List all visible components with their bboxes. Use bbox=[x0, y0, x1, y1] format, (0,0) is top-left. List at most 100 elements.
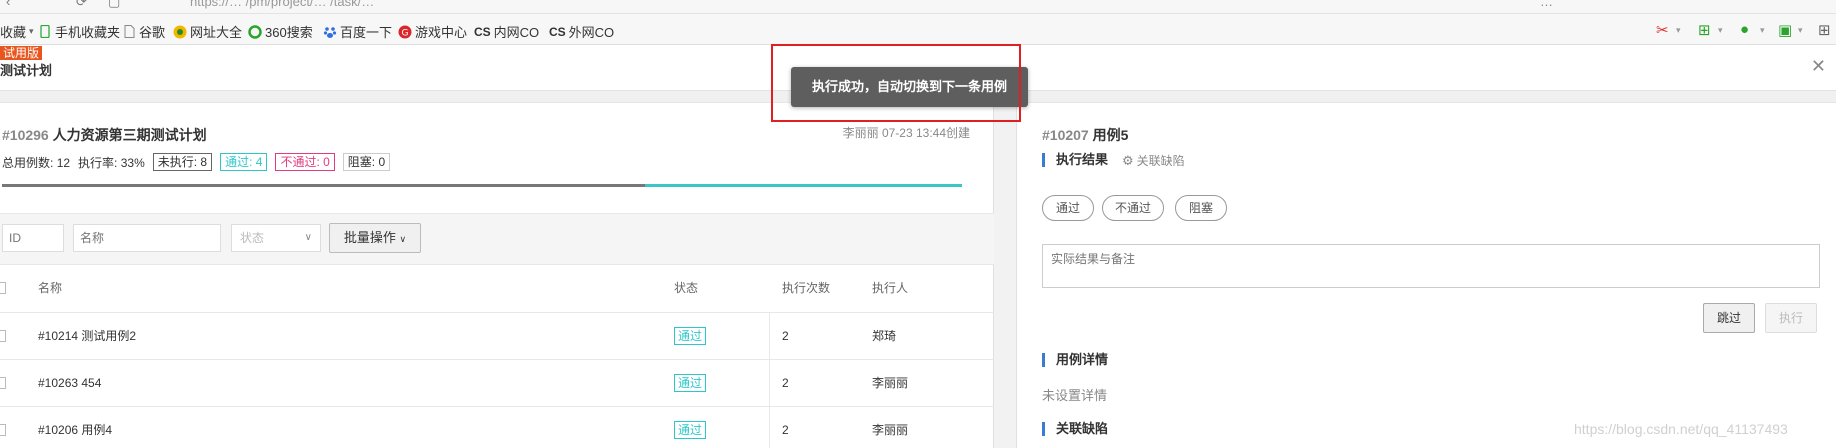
bookmark-nav[interactable]: 网址大全 bbox=[173, 22, 242, 41]
bookmark-mobile[interactable]: 手机收藏夹 bbox=[38, 22, 120, 41]
row-checkbox[interactable] bbox=[0, 424, 6, 436]
pass-button[interactable]: 通过 bbox=[1042, 195, 1094, 221]
chevron-down-icon: ∨ bbox=[399, 234, 407, 244]
executor: 李丽丽 bbox=[872, 376, 909, 390]
detail-section-title: 用例详情 bbox=[1042, 353, 1108, 367]
cs-icon: CS bbox=[549, 24, 566, 39]
close-icon[interactable]: ✕ bbox=[1811, 56, 1826, 77]
plan-header: #10296 人力资源第三期测试计划 李丽丽 07-23 13:44创建 总用例… bbox=[0, 103, 994, 213]
gear-icon: ⚙ bbox=[1122, 152, 1134, 168]
execution-progress bbox=[2, 184, 962, 187]
progress-fill bbox=[645, 184, 962, 187]
chevron-down-icon[interactable]: ▾ bbox=[1798, 25, 1803, 36]
executor: 郑琦 bbox=[872, 329, 897, 343]
name-filter-input[interactable] bbox=[73, 224, 221, 252]
cs-icon: CS bbox=[474, 24, 491, 39]
remark-textarea[interactable] bbox=[1042, 244, 1820, 288]
status-badge: 通过 bbox=[674, 421, 707, 439]
game-icon: G bbox=[398, 25, 412, 39]
refresh-icon[interactable]: ⟳ bbox=[76, 0, 87, 10]
plan-creator: 李丽丽 07-23 13:44创建 bbox=[842, 126, 970, 140]
case-name[interactable]: #10214 测试用例2 bbox=[38, 313, 136, 359]
panel-splitter[interactable] bbox=[994, 103, 1016, 448]
plan-panel: #10296 人力资源第三期测试计划 李丽丽 07-23 13:44创建 总用例… bbox=[0, 103, 994, 448]
skip-button[interactable]: 跳过 bbox=[1703, 303, 1755, 333]
bookmark-baidu[interactable]: 百度一下 bbox=[323, 22, 392, 41]
status-cell: 通过 bbox=[658, 360, 770, 406]
bookmark-360[interactable]: 360搜索 bbox=[248, 22, 313, 41]
phone-icon bbox=[38, 25, 52, 39]
status-badge: 通过 bbox=[674, 374, 707, 392]
translate-icon[interactable]: ⊞ bbox=[1698, 21, 1711, 39]
table-row[interactable]: #10206 用例4 通过 2 李丽丽 bbox=[0, 407, 994, 448]
page-title: 测试计划 bbox=[0, 63, 53, 78]
gamepad-icon[interactable]: ▣ bbox=[1778, 21, 1792, 39]
chevron-down-icon[interactable]: ▾ bbox=[1718, 25, 1723, 36]
bookmark-google[interactable]: 谷歌 bbox=[122, 22, 165, 41]
rate-stat: 执行率: 33% bbox=[78, 155, 145, 170]
result-section-title: 执行结果 bbox=[1042, 153, 1108, 167]
exec-count: 2 bbox=[782, 423, 789, 437]
link-defect-link[interactable]: ⚙ 关联缺陷 bbox=[1122, 152, 1185, 169]
bookmark-internet-co[interactable]: CS 外网CO bbox=[549, 22, 614, 41]
execute-button[interactable]: 执行 bbox=[1765, 303, 1817, 333]
watermark: https://blog.csdn.net/qq_41137493 bbox=[1574, 421, 1788, 437]
globe-icon bbox=[173, 25, 187, 39]
defect-section-title: 关联缺陷 bbox=[1042, 422, 1108, 436]
failed-badge[interactable]: 不通过: 0 bbox=[275, 153, 335, 171]
exec-count: 2 bbox=[782, 329, 789, 343]
plan-title: #10296 人力资源第三期测试计划 bbox=[2, 127, 207, 143]
browser-toolbar: ‹ ⟳ ▢ https://… /pm/project/… /task/… … bbox=[0, 0, 1836, 14]
success-toast: 执行成功，自动切换到下一条用例 bbox=[791, 67, 1028, 107]
back-icon[interactable]: ‹ bbox=[6, 0, 10, 9]
executor: 李丽丽 bbox=[872, 423, 909, 437]
filter-bar: 状态 ∨ 批量操作 ∨ bbox=[0, 213, 994, 265]
home-icon[interactable]: ▢ bbox=[108, 0, 120, 10]
status-badge: 通过 bbox=[674, 327, 707, 345]
header-status: 状态 bbox=[674, 281, 699, 295]
apps-grid-icon[interactable]: ⊞ bbox=[1818, 21, 1831, 39]
batch-operation-button[interactable]: 批量操作 ∨ bbox=[329, 223, 421, 253]
select-all-checkbox[interactable] bbox=[0, 282, 6, 294]
passed-badge[interactable]: 通过: 4 bbox=[220, 153, 268, 171]
header-count: 执行次数 bbox=[782, 281, 831, 295]
block-button[interactable]: 阻塞 bbox=[1175, 195, 1227, 221]
case-name[interactable]: #10263 454 bbox=[38, 360, 101, 406]
blocked-badge[interactable]: 阻塞: 0 bbox=[342, 153, 391, 171]
unexecuted-badge[interactable]: 未执行: 8 bbox=[152, 153, 213, 171]
row-checkbox[interactable] bbox=[0, 377, 6, 389]
case-title: #10207 用例5 bbox=[1042, 127, 1129, 143]
trial-badge: 试用版 bbox=[0, 46, 43, 60]
status-cell: 通过 bbox=[658, 407, 770, 448]
chevron-down-icon[interactable]: ▾ bbox=[1676, 25, 1681, 36]
plan-stats: 总用例数: 12 执行率: 33% 未执行: 8 通过: 4 不通过: 0 阻塞… bbox=[2, 153, 391, 171]
bookmark-intranet-co[interactable]: CS 内网CO bbox=[474, 22, 539, 41]
exec-count: 2 bbox=[782, 376, 789, 390]
row-checkbox[interactable] bbox=[0, 330, 6, 342]
right-tab[interactable]: … bbox=[1540, 0, 1553, 9]
table-header: 名称 状态 执行次数 执行人 bbox=[0, 265, 994, 313]
header-executor: 执行人 bbox=[872, 281, 909, 295]
address-bar[interactable]: https://… /pm/project/… /task/… bbox=[190, 0, 374, 9]
scissors-icon[interactable]: ✂ bbox=[1656, 21, 1669, 39]
svg-text:G: G bbox=[402, 28, 409, 38]
screen: ‹ ⟳ ▢ https://… /pm/project/… /task/… … … bbox=[0, 0, 1836, 448]
chevron-down-icon[interactable]: ▾ bbox=[1760, 25, 1765, 36]
table-row[interactable]: #10263 454 通过 2 李丽丽 bbox=[0, 360, 994, 407]
case-name[interactable]: #10206 用例4 bbox=[38, 407, 112, 448]
shield-icon[interactable]: ● bbox=[1740, 21, 1749, 38]
page-icon bbox=[122, 25, 136, 39]
id-filter-input[interactable] bbox=[2, 224, 64, 252]
bookmark-favorites[interactable]: 收藏 ▾ bbox=[0, 22, 34, 41]
total-stat: 总用例数: 12 bbox=[2, 155, 71, 170]
header-name: 名称 bbox=[38, 281, 63, 295]
status-cell: 通过 bbox=[658, 313, 770, 359]
case-table: 名称 状态 执行次数 执行人 #10214 测试用例2 通过 2 郑琦 #102… bbox=[0, 265, 994, 448]
case-panel: #10207 用例5 执行结果 ⚙ 关联缺陷 通过 不通过 阻塞 跳过 执行 用… bbox=[1016, 103, 1836, 448]
detail-empty-text: 未设置详情 bbox=[1042, 388, 1108, 403]
bookmark-games[interactable]: G 游戏中心 bbox=[398, 22, 467, 41]
table-row[interactable]: #10214 测试用例2 通过 2 郑琦 bbox=[0, 313, 994, 360]
fail-button[interactable]: 不通过 bbox=[1102, 195, 1164, 221]
bookmarks-bar: 收藏 ▾ 手机收藏夹 谷歌 网址大全 360搜索 百度一下 G 游戏中心 CS 内… bbox=[0, 14, 1836, 45]
status-filter-select[interactable]: 状态 ∨ bbox=[231, 224, 321, 252]
